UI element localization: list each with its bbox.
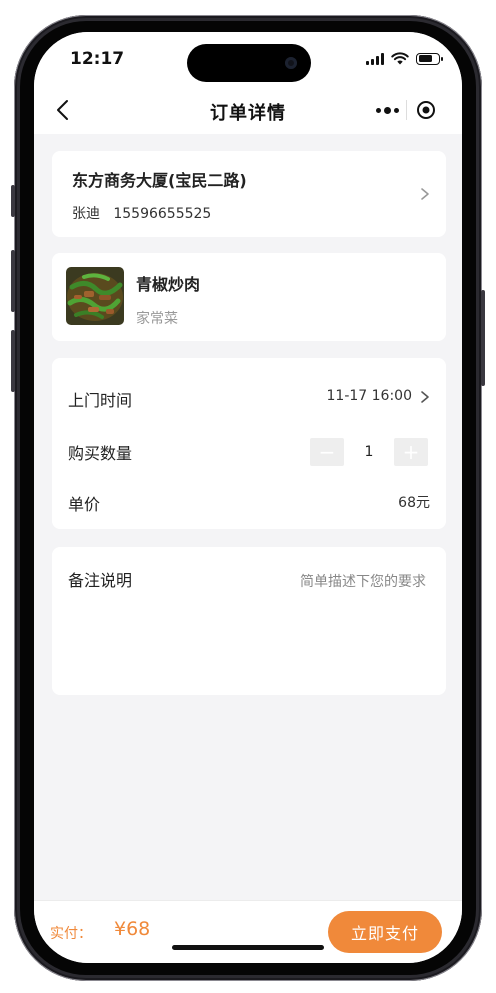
- increase-button[interactable]: +: [393, 438, 428, 466]
- checkout-bar: 实付： ¥68 立即支付: [34, 900, 462, 963]
- chevron-right-icon: [421, 188, 429, 200]
- dish-category: 家常菜: [136, 311, 178, 327]
- contact-phone: 15596655525: [113, 206, 212, 222]
- remark-input[interactable]: 简单描述下您的要求: [226, 571, 426, 591]
- volume-up-button: [11, 250, 15, 312]
- mini-program-capsule: [368, 94, 446, 126]
- camera-icon: [285, 57, 297, 69]
- home-indicator[interactable]: [172, 945, 324, 950]
- chevron-right-icon: [421, 391, 429, 403]
- quantity-stepper: − 1 +: [310, 438, 428, 466]
- pay-amount: ¥68: [114, 918, 151, 940]
- signal-icon: [366, 52, 384, 65]
- remark-label: 备注说明: [68, 571, 133, 590]
- address-card[interactable]: 东方商务大厦(宝民二路) 张迪 15596655525: [52, 151, 446, 237]
- more-dots-icon[interactable]: [368, 94, 406, 126]
- volume-down-button: [11, 330, 15, 392]
- dish-image: [66, 267, 124, 325]
- dynamic-island: [187, 44, 311, 82]
- battery-icon: [416, 52, 443, 65]
- visit-time-label: 上门时间: [68, 391, 133, 410]
- power-button: [481, 290, 485, 386]
- unit-price-label: 单价: [68, 495, 101, 514]
- decrease-button[interactable]: −: [310, 438, 344, 466]
- nav-bar: 订单详情: [34, 90, 462, 134]
- pay-label: 实付：: [50, 926, 92, 942]
- app-screen: 12:17 订单详情 东方商务大厦(宝民二路) 张迪 15596655525 青…: [34, 32, 462, 963]
- visit-time-value: 11-17 16:00: [326, 388, 412, 404]
- order-details-card: 上门时间 11-17 16:00 购买数量 − 1 + 单价 68元: [52, 358, 446, 529]
- dish-card: 青椒炒肉 家常菜: [52, 253, 446, 341]
- status-bar: 12:17: [34, 32, 462, 90]
- quantity-value: 1: [364, 444, 374, 460]
- dish-name: 青椒炒肉: [136, 275, 201, 294]
- wifi-icon: [391, 52, 409, 65]
- contact-name: 张迪: [72, 206, 100, 222]
- address-title: 东方商务大厦(宝民二路): [72, 171, 247, 190]
- close-target-icon[interactable]: [407, 94, 445, 126]
- quantity-label: 购买数量: [68, 444, 133, 463]
- unit-price-value: 68元: [398, 495, 430, 511]
- remark-card: 备注说明 简单描述下您的要求: [52, 547, 446, 695]
- contact-info: 张迪 15596655525: [72, 203, 211, 223]
- status-time: 12:17: [70, 49, 125, 69]
- pay-now-button[interactable]: 立即支付: [328, 911, 442, 953]
- action-button: [11, 185, 15, 217]
- status-icons: [366, 52, 443, 65]
